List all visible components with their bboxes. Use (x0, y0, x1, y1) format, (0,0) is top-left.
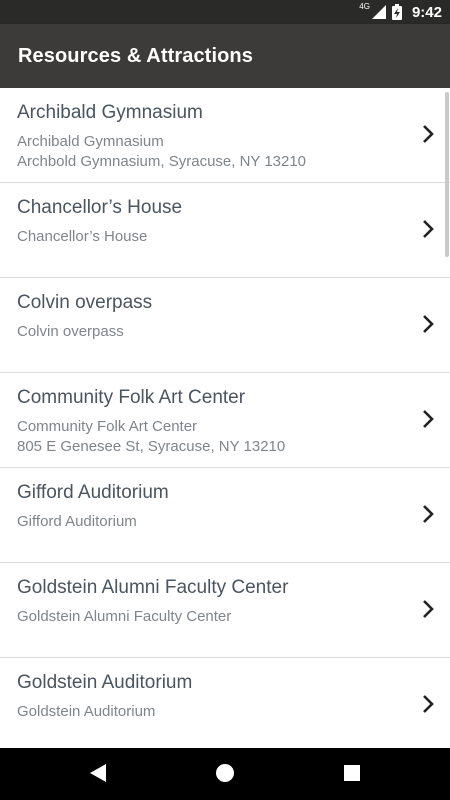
chevron-right-icon (423, 410, 434, 428)
list-item[interactable]: Gifford Auditorium Gifford Auditorium (0, 468, 450, 563)
navigation-bar (0, 748, 450, 800)
status-bar: 4G 9:42 (0, 0, 450, 24)
list-item-title: Colvin overpass (17, 292, 153, 313)
list-item-title: Goldstein Auditorium (17, 672, 193, 693)
chevron-right-icon (423, 220, 434, 238)
list-item[interactable]: Chancellor’s House Chancellor’s House (0, 183, 450, 278)
list-item[interactable]: Goldstein Auditorium Goldstein Auditoriu… (0, 658, 450, 748)
list-item-subtitle: Colvin overpass (17, 323, 124, 340)
battery-charging-icon (391, 4, 402, 20)
list-item-title: Archibald Gymnasium (17, 102, 203, 123)
home-circle-icon[interactable] (215, 762, 235, 784)
scrollbar[interactable] (445, 92, 449, 257)
chevron-right-icon (423, 600, 434, 618)
chevron-right-icon (423, 695, 434, 713)
status-icons: 4G 9:42 (359, 0, 442, 24)
list-item-title: Community Folk Art Center (17, 387, 246, 408)
list-item[interactable]: Community Folk Art Center Community Folk… (0, 373, 450, 468)
list-item[interactable]: Colvin overpass Colvin overpass (0, 278, 450, 373)
chevron-right-icon (423, 125, 434, 143)
chevron-right-icon (423, 505, 434, 523)
list-item-subtitle: Gifford Auditorium (17, 513, 137, 530)
page-title: Resources & Attractions (18, 45, 253, 67)
list-item-title: Goldstein Alumni Faculty Center (17, 577, 289, 598)
list-item-subtitle: Goldstein Alumni Faculty Center (17, 608, 232, 625)
list-item-address: Archbold Gymnasium, Syracuse, NY 13210 (17, 153, 307, 170)
list-item-title: Gifford Auditorium (17, 482, 169, 503)
list-item-subtitle: Community Folk Art Center (17, 418, 198, 435)
list-item-subtitle: Chancellor’s House (17, 228, 148, 245)
list-item-subtitle: Archibald Gymnasium (17, 133, 164, 150)
app-bar: Resources & Attractions (0, 24, 450, 88)
clock: 9:42 (411, 3, 442, 21)
recents-square-icon[interactable] (342, 762, 362, 784)
back-triangle-icon[interactable] (88, 762, 108, 784)
list-item-title: Chancellor’s House (17, 197, 183, 218)
signal-icon (371, 5, 386, 19)
list-item-address: 805 E Genesee St, Syracuse, NY 13210 (17, 438, 286, 455)
chevron-right-icon (423, 315, 434, 333)
list-item[interactable]: Archibald Gymnasium Archibald Gymnasium … (0, 88, 450, 183)
network-type: 4G (359, 1, 370, 11)
list-item-subtitle: Goldstein Auditorium (17, 703, 156, 720)
list-item[interactable]: Goldstein Alumni Faculty Center Goldstei… (0, 563, 450, 658)
resource-list: Archibald Gymnasium Archibald Gymnasium … (0, 88, 450, 748)
